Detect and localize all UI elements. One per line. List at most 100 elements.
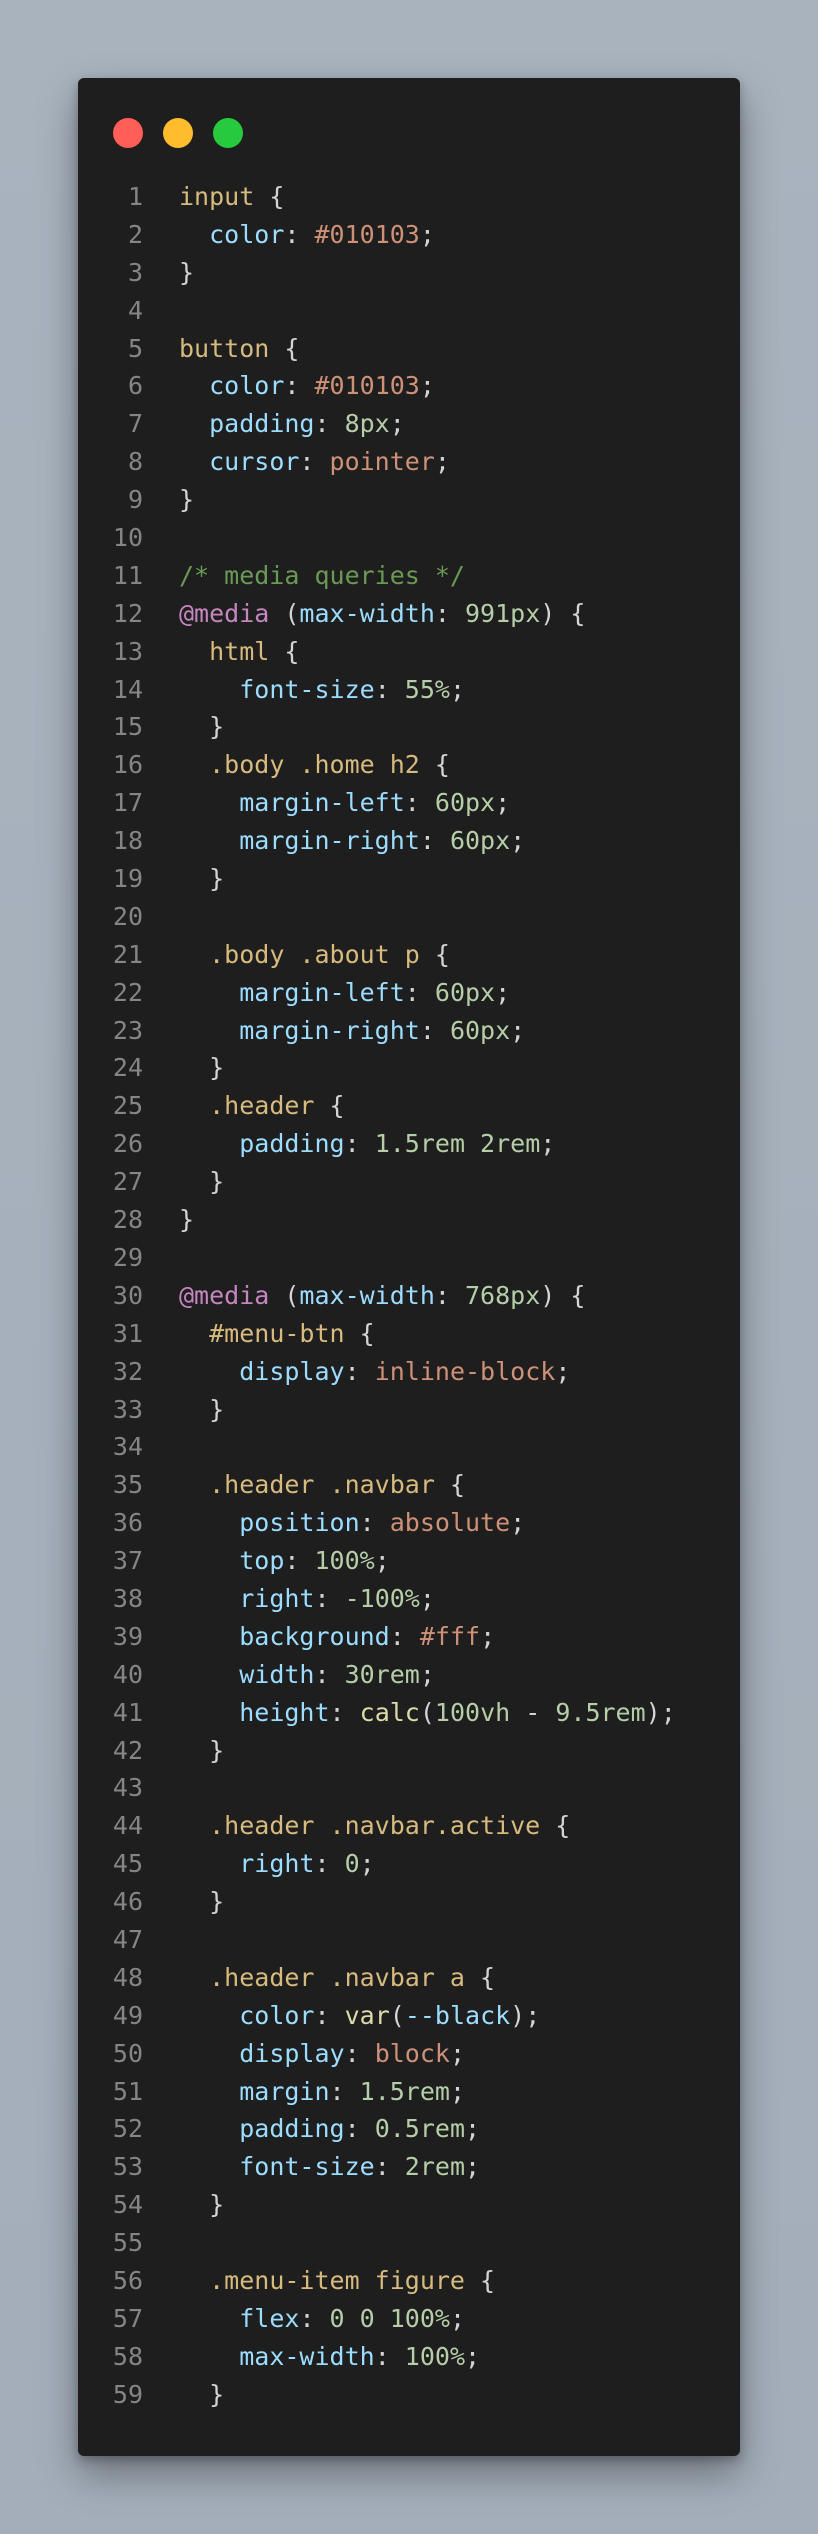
code-token: right bbox=[239, 1583, 315, 1613]
close-button[interactable] bbox=[113, 118, 143, 148]
code-line: 38 right: -100%; bbox=[78, 1580, 740, 1618]
code-token: .body .home h2 bbox=[209, 750, 420, 780]
code-token: { bbox=[419, 750, 450, 780]
code-token: 2rem bbox=[404, 2152, 466, 2182]
line-number: 49 bbox=[112, 2000, 143, 2030]
line-text: margin: 1.5rem; bbox=[179, 2073, 465, 2111]
code-token: 1.5rem 2rem bbox=[374, 1129, 541, 1159]
code-token: input bbox=[179, 182, 255, 211]
code-token: max-width bbox=[299, 1280, 435, 1310]
line-number: 37 bbox=[112, 1546, 143, 1576]
code-token: : bbox=[314, 1583, 345, 1613]
code-token: : bbox=[314, 409, 345, 439]
code-token: 0 bbox=[344, 1849, 360, 1879]
line-text: margin-left: 60px; bbox=[179, 784, 510, 822]
line-number: 48 bbox=[112, 1962, 143, 1992]
code-token: top bbox=[239, 1546, 285, 1576]
line-text: right: -100%; bbox=[179, 1580, 435, 1618]
maximize-button[interactable] bbox=[213, 118, 243, 148]
line-number: 6 bbox=[127, 371, 143, 401]
code-token: color bbox=[209, 219, 285, 249]
code-token: max-width bbox=[239, 2341, 375, 2371]
code-token: /* media queries */ bbox=[179, 560, 465, 590]
code-token: block bbox=[374, 2038, 450, 2068]
line-text: .header .navbar.active { bbox=[179, 1807, 570, 1845]
line-number: 30 bbox=[112, 1280, 143, 1310]
code-token: : bbox=[314, 2000, 345, 2030]
code-token: : bbox=[434, 1280, 465, 1310]
line-text: top: 100%; bbox=[179, 1542, 390, 1580]
code-line: 12 @media (max-width: 991px) { bbox=[78, 595, 740, 633]
code-token: display bbox=[239, 2038, 345, 2068]
line-text: margin-right: 60px; bbox=[179, 822, 525, 860]
line-text: .body .home h2 { bbox=[179, 746, 450, 784]
code-token: -100% bbox=[344, 1583, 420, 1613]
code-token: height bbox=[239, 1697, 330, 1727]
code-token: @media bbox=[179, 1280, 270, 1310]
line-text: padding: 1.5rem 2rem; bbox=[179, 1125, 555, 1163]
code-token: button bbox=[179, 333, 270, 363]
code-line: 23 margin-right: 60px; bbox=[78, 1012, 740, 1050]
code-token: 60px bbox=[434, 788, 496, 818]
line-number: 51 bbox=[112, 2076, 143, 2106]
line-number: 45 bbox=[112, 1849, 143, 1879]
code-token: ; bbox=[449, 2303, 466, 2333]
code-token: margin bbox=[239, 2076, 330, 2106]
code-token: ); bbox=[645, 1697, 676, 1727]
code-line: 22 margin-left: 60px; bbox=[78, 974, 740, 1012]
line-number: 29 bbox=[112, 1242, 143, 1272]
code-token: margin-right bbox=[239, 826, 420, 856]
line-number: 35 bbox=[112, 1470, 143, 1500]
code-token: color bbox=[239, 2000, 315, 2030]
code-token: 60px bbox=[434, 977, 496, 1007]
code-token: ( bbox=[269, 1280, 300, 1310]
code-token: } bbox=[179, 1167, 225, 1197]
code-token: : bbox=[359, 1508, 390, 1538]
code-line: 47 bbox=[78, 1921, 740, 1959]
code-editor: 1 input {2 color: #010103; 3} 4 5 button {6 c… bbox=[78, 178, 740, 2414]
code-token: ; bbox=[480, 1621, 496, 1651]
line-number: 31 bbox=[112, 1318, 143, 1348]
code-token: ( bbox=[269, 598, 300, 628]
line-number: 47 bbox=[112, 1924, 143, 1954]
code-token: ; bbox=[359, 1849, 375, 1879]
code-line: 21 .body .about p { bbox=[78, 936, 740, 974]
code-token: : bbox=[329, 1697, 360, 1727]
code-line: 43 bbox=[78, 1769, 740, 1807]
code-line: 49 color: var(--black); bbox=[78, 1997, 740, 2035]
code-line: 8 cursor: pointer; bbox=[78, 443, 740, 481]
minimize-button[interactable] bbox=[163, 118, 193, 148]
line-number: 33 bbox=[112, 1394, 143, 1424]
code-line: 51 margin: 1.5rem; bbox=[78, 2073, 740, 2111]
line-text: } bbox=[179, 2376, 224, 2414]
code-line: 40 width: 30rem; bbox=[78, 1656, 740, 1694]
code-token: { bbox=[344, 1318, 375, 1348]
code-token: : bbox=[404, 788, 435, 818]
code-token: } bbox=[179, 1394, 225, 1424]
code-line: 54 } bbox=[78, 2186, 740, 2224]
code-token: : bbox=[374, 2152, 405, 2182]
line-number: 26 bbox=[112, 1129, 143, 1159]
code-token: 0 0 100% bbox=[329, 2303, 450, 2333]
line-text: html { bbox=[179, 633, 299, 671]
code-token: : bbox=[344, 2038, 375, 2068]
line-text: /* media queries */ bbox=[179, 557, 465, 595]
code-token: } bbox=[179, 1205, 195, 1235]
code-line: 59 } bbox=[78, 2376, 740, 2414]
line-number: 32 bbox=[112, 1356, 143, 1386]
line-number: 15 bbox=[112, 712, 143, 742]
line-number: 11 bbox=[112, 560, 143, 590]
code-token: { bbox=[419, 939, 450, 969]
code-token: ; bbox=[419, 219, 435, 249]
code-line: 41 height: calc(100vh - 9.5rem); bbox=[78, 1694, 740, 1732]
code-line: 9} bbox=[78, 481, 740, 519]
code-line: 46 } bbox=[78, 1883, 740, 1921]
